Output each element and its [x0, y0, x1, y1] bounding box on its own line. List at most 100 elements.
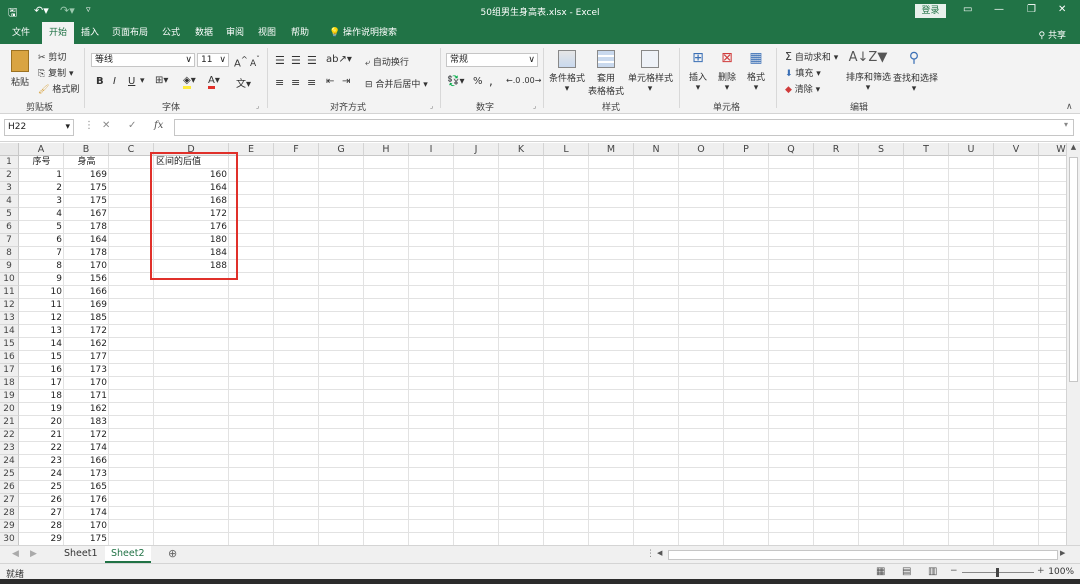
column-header-a[interactable]: A: [19, 143, 64, 156]
cell-b12[interactable]: 169: [64, 299, 109, 312]
cell-b2[interactable]: 169: [64, 169, 109, 182]
scroll-up-icon[interactable]: ▲: [1067, 143, 1080, 151]
percent-button[interactable]: %: [473, 76, 483, 87]
number-format-select[interactable]: 常规 ∨: [446, 53, 538, 67]
cell-a30[interactable]: 29: [19, 533, 64, 545]
row-header-4[interactable]: 4: [0, 195, 19, 208]
dialog-launcher-icon[interactable]: ⌟: [533, 102, 536, 110]
row-header-9[interactable]: 9: [0, 260, 19, 273]
tab-file[interactable]: 文件: [6, 22, 36, 44]
row-header-3[interactable]: 3: [0, 182, 19, 195]
column-header-i[interactable]: I: [409, 143, 454, 156]
zoom-in-icon[interactable]: +: [1037, 566, 1045, 576]
cell-styles-button[interactable]: 单元格样式 ▾: [628, 50, 673, 94]
vertical-scroll-thumb[interactable]: [1069, 157, 1078, 382]
cell-b20[interactable]: 162: [64, 403, 109, 416]
tab-data[interactable]: 数据: [189, 22, 219, 44]
tab-help[interactable]: 帮助: [285, 22, 315, 44]
row-header-30[interactable]: 30: [0, 533, 19, 545]
cell-a14[interactable]: 13: [19, 325, 64, 338]
zoom-slider[interactable]: [962, 568, 1034, 577]
cell-b15[interactable]: 162: [64, 338, 109, 351]
row-header-14[interactable]: 14: [0, 325, 19, 338]
tab-home[interactable]: 开始: [42, 22, 74, 44]
align-top-icon[interactable]: ☰: [275, 54, 285, 67]
column-header-g[interactable]: G: [319, 143, 364, 156]
row-header-6[interactable]: 6: [0, 221, 19, 234]
column-header-v[interactable]: V: [994, 143, 1039, 156]
fill-color-icon[interactable]: ◈▾: [183, 75, 196, 89]
cell-a10[interactable]: 9: [19, 273, 64, 286]
tell-me-search[interactable]: 💡 操作说明搜索: [323, 22, 403, 44]
cell-a3[interactable]: 2: [19, 182, 64, 195]
vertical-scrollbar[interactable]: ▲: [1066, 143, 1080, 545]
merge-center-button[interactable]: ⊟ 合并后居中 ▾: [365, 77, 428, 90]
increase-decimal-icon[interactable]: ←.0: [506, 76, 520, 85]
login-button[interactable]: 登录: [915, 4, 946, 18]
orientation-icon[interactable]: ab↗▾: [326, 54, 352, 65]
sort-filter-button[interactable]: A↓Z▼ 排序和筛选 ▾: [846, 50, 891, 93]
dialog-launcher-icon[interactable]: ⌟: [256, 102, 259, 110]
cell-a29[interactable]: 28: [19, 520, 64, 533]
tab-page-layout[interactable]: 页面布局: [108, 22, 152, 44]
scroll-left-icon[interactable]: ◀: [657, 549, 662, 557]
row-header-22[interactable]: 22: [0, 429, 19, 442]
cell-b24[interactable]: 166: [64, 455, 109, 468]
cell-b25[interactable]: 173: [64, 468, 109, 481]
cell-a12[interactable]: 11: [19, 299, 64, 312]
cell-a28[interactable]: 27: [19, 507, 64, 520]
column-header-b[interactable]: B: [64, 143, 109, 156]
share-button[interactable]: ⚲ 共享: [1039, 28, 1066, 41]
expand-formula-icon[interactable]: ▾: [1064, 120, 1068, 129]
cell-a18[interactable]: 17: [19, 377, 64, 390]
sheet-tab-sheet1[interactable]: Sheet1: [58, 546, 104, 563]
cell-b13[interactable]: 185: [64, 312, 109, 325]
cell-a20[interactable]: 19: [19, 403, 64, 416]
cell-b5[interactable]: 167: [64, 208, 109, 221]
minimize-icon[interactable]: —: [994, 4, 1004, 15]
column-header-l[interactable]: L: [544, 143, 589, 156]
cell-b3[interactable]: 175: [64, 182, 109, 195]
row-header-12[interactable]: 12: [0, 299, 19, 312]
select-all-corner[interactable]: [0, 143, 19, 156]
cell-a8[interactable]: 7: [19, 247, 64, 260]
decrease-decimal-icon[interactable]: .00→: [522, 76, 541, 85]
cell-a24[interactable]: 23: [19, 455, 64, 468]
cell-b29[interactable]: 170: [64, 520, 109, 533]
tab-view[interactable]: 视图: [252, 22, 282, 44]
next-sheet-icon[interactable]: ▶: [30, 549, 37, 559]
font-name-select[interactable]: 等线 ∨: [91, 53, 195, 67]
column-header-f[interactable]: F: [274, 143, 319, 156]
column-header-p[interactable]: P: [724, 143, 769, 156]
page-break-view-icon[interactable]: ▥: [928, 566, 937, 577]
underline-dropdown[interactable]: ▾: [140, 76, 145, 86]
row-header-18[interactable]: 18: [0, 377, 19, 390]
ribbon-display-icon[interactable]: ▭: [963, 4, 972, 15]
cell-b23[interactable]: 174: [64, 442, 109, 455]
cell-b26[interactable]: 165: [64, 481, 109, 494]
cell-b10[interactable]: 156: [64, 273, 109, 286]
insert-cells-button[interactable]: ⊞ 插入 ▾: [686, 50, 710, 93]
cell-b6[interactable]: 178: [64, 221, 109, 234]
cut-button[interactable]: ✂ 剪切: [38, 50, 66, 63]
cell-a5[interactable]: 4: [19, 208, 64, 221]
clear-button[interactable]: ◆ 清除 ▾: [785, 82, 820, 95]
cell-a13[interactable]: 12: [19, 312, 64, 325]
column-header-k[interactable]: K: [499, 143, 544, 156]
row-header-24[interactable]: 24: [0, 455, 19, 468]
zoom-slider-thumb[interactable]: [996, 568, 999, 577]
format-painter-button[interactable]: 🖌 格式刷: [38, 82, 79, 95]
wrap-text-button[interactable]: ⤶ 自动换行: [365, 55, 409, 68]
row-header-26[interactable]: 26: [0, 481, 19, 494]
copy-button[interactable]: ⎘ 复制 ▾: [38, 66, 73, 79]
cancel-icon[interactable]: ✕: [102, 120, 110, 131]
check-icon[interactable]: ✓: [128, 120, 136, 131]
cell-a25[interactable]: 24: [19, 468, 64, 481]
row-header-28[interactable]: 28: [0, 507, 19, 520]
italic-button[interactable]: I: [113, 76, 116, 87]
row-header-13[interactable]: 13: [0, 312, 19, 325]
row-header-17[interactable]: 17: [0, 364, 19, 377]
align-bottom-icon[interactable]: ☰: [307, 54, 317, 67]
column-header-s[interactable]: S: [859, 143, 904, 156]
dialog-launcher-icon[interactable]: ⌟: [430, 102, 433, 110]
